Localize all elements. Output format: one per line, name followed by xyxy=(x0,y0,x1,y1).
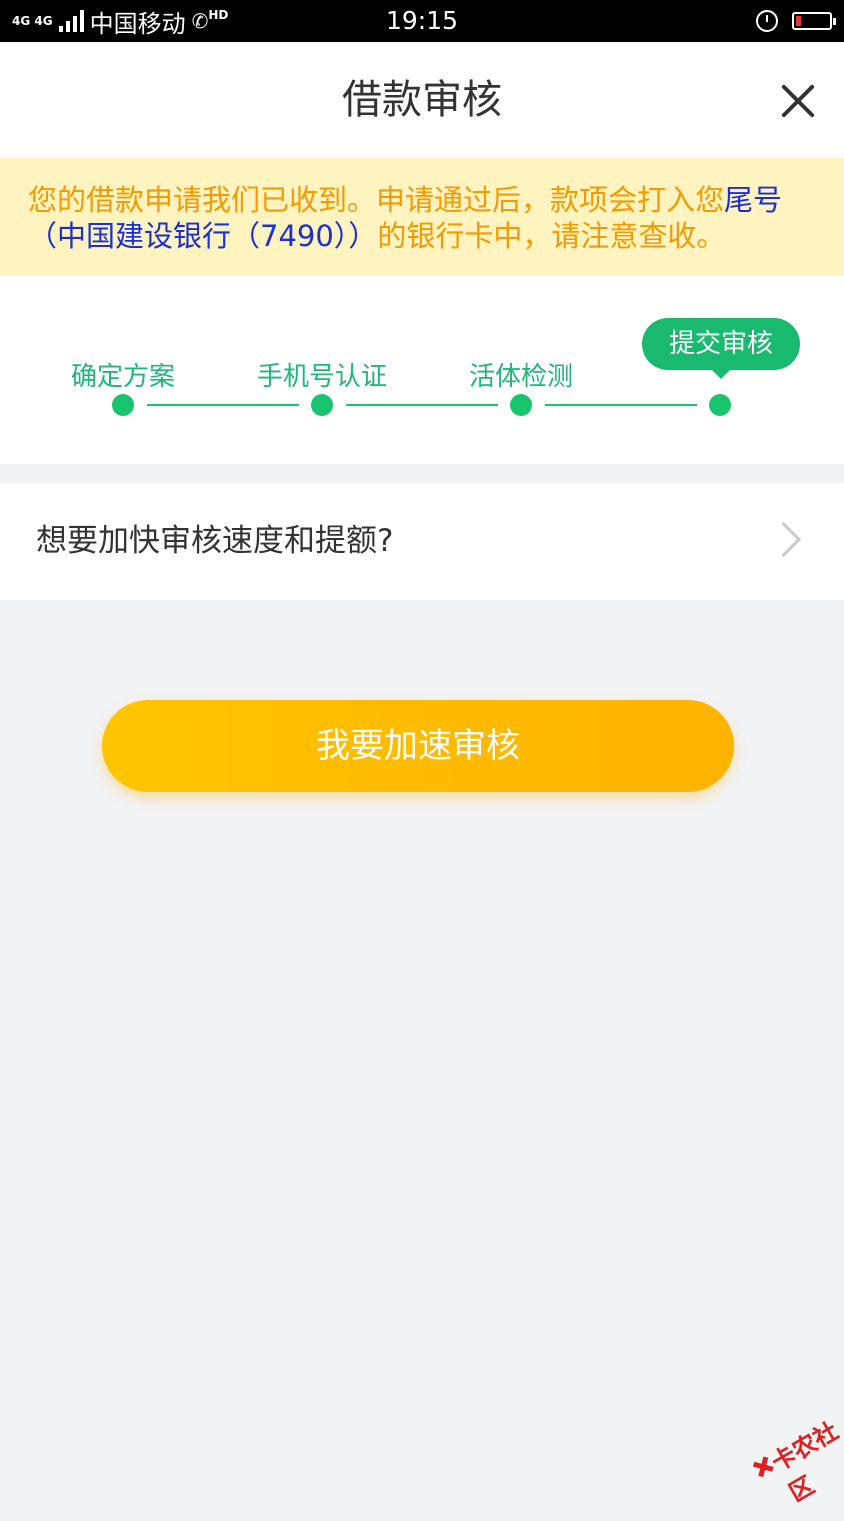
step-dot-4 xyxy=(709,394,731,416)
step-dot-1 xyxy=(112,394,134,416)
chevron-right-icon xyxy=(765,521,802,558)
progress-steps: 确定方案 手机号认证 活体检测 提交审核 xyxy=(0,276,844,464)
page-title: 借款审核 xyxy=(342,77,502,123)
step-label-2: 手机号认证 xyxy=(256,362,387,392)
close-icon[interactable] xyxy=(780,83,816,119)
notice-banner: 您的借款申请我们已收到。申请通过后，款项会打入您尾号（中国建设银行（7490））… xyxy=(0,158,844,276)
step-dot-3 xyxy=(510,394,532,416)
speed-up-text: 想要加快审核速度和提额? xyxy=(36,523,394,559)
step-label-3: 活体检测 xyxy=(468,362,573,392)
step-dot-2 xyxy=(311,394,333,416)
notice-text-tail: 的银行卡中，请注意查收。 xyxy=(377,219,726,253)
step-line-3 xyxy=(545,404,697,406)
title-bar: 借款审核 xyxy=(0,42,844,158)
current-step-bubble: 提交审核 xyxy=(642,318,800,379)
watermark-logo: 卡农社区 xyxy=(729,1390,844,1508)
watermark-text: 卡农社区 xyxy=(766,1416,844,1508)
alarm-icon xyxy=(756,10,778,32)
battery-icon xyxy=(792,12,836,30)
notice-text: 您的借款申请我们已收到。申请通过后，款项会打入您 xyxy=(28,183,725,217)
step-line-1 xyxy=(147,404,299,406)
status-bar: 4G 4G 中国移动 ✆ HD 19:15 xyxy=(0,0,844,42)
status-right xyxy=(756,0,836,42)
speed-up-row[interactable]: 想要加快审核速度和提额? xyxy=(0,483,844,600)
step-label-1: 确定方案 xyxy=(70,362,175,392)
battery-level xyxy=(796,16,802,26)
speed-up-review-button[interactable]: 我要加速审核 xyxy=(102,700,734,792)
status-time: 19:15 xyxy=(385,6,459,35)
step-line-2 xyxy=(346,404,498,406)
